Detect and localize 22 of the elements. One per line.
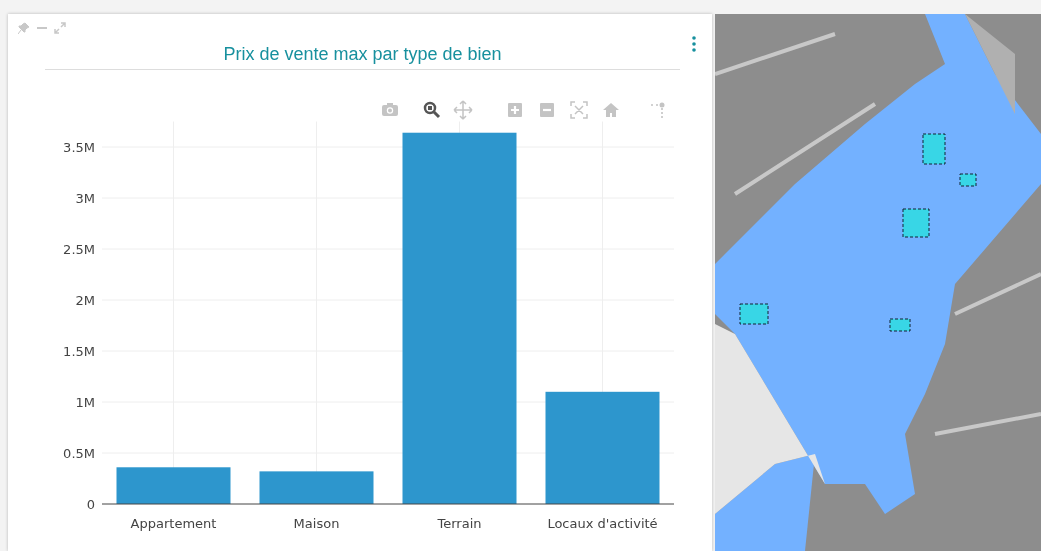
- home-icon[interactable]: [601, 100, 621, 120]
- y-axis-label: 0.5M: [63, 446, 95, 461]
- expand-icon[interactable]: [54, 22, 66, 34]
- y-axis-label: 2M: [75, 293, 95, 308]
- y-axis-label: 1.5M: [63, 344, 95, 359]
- zoom-in-icon[interactable]: [505, 100, 525, 120]
- chart-title: Prix de vente max par type de bien: [45, 44, 680, 70]
- autoscale-icon[interactable]: [569, 100, 589, 120]
- zoom-out-icon[interactable]: [537, 100, 557, 120]
- y-axis-label: 0: [86, 497, 95, 512]
- y-axis-label: 3M: [75, 191, 95, 206]
- y-axis-label: 3.5M: [63, 140, 95, 155]
- y-axis-label: 1M: [75, 395, 95, 410]
- zoom-icon[interactable]: [422, 100, 442, 120]
- x-axis-label: Appartement: [130, 516, 217, 531]
- pan-icon[interactable]: [453, 100, 473, 120]
- x-axis-label: Maison: [293, 516, 340, 531]
- y-axis-label: 2.5M: [63, 242, 95, 257]
- more-menu-icon[interactable]: [692, 36, 696, 52]
- pin-icon[interactable]: [18, 22, 30, 34]
- x-axis-label: Locaux d'activité: [547, 516, 658, 531]
- x-axis-label: Terrain: [437, 516, 482, 531]
